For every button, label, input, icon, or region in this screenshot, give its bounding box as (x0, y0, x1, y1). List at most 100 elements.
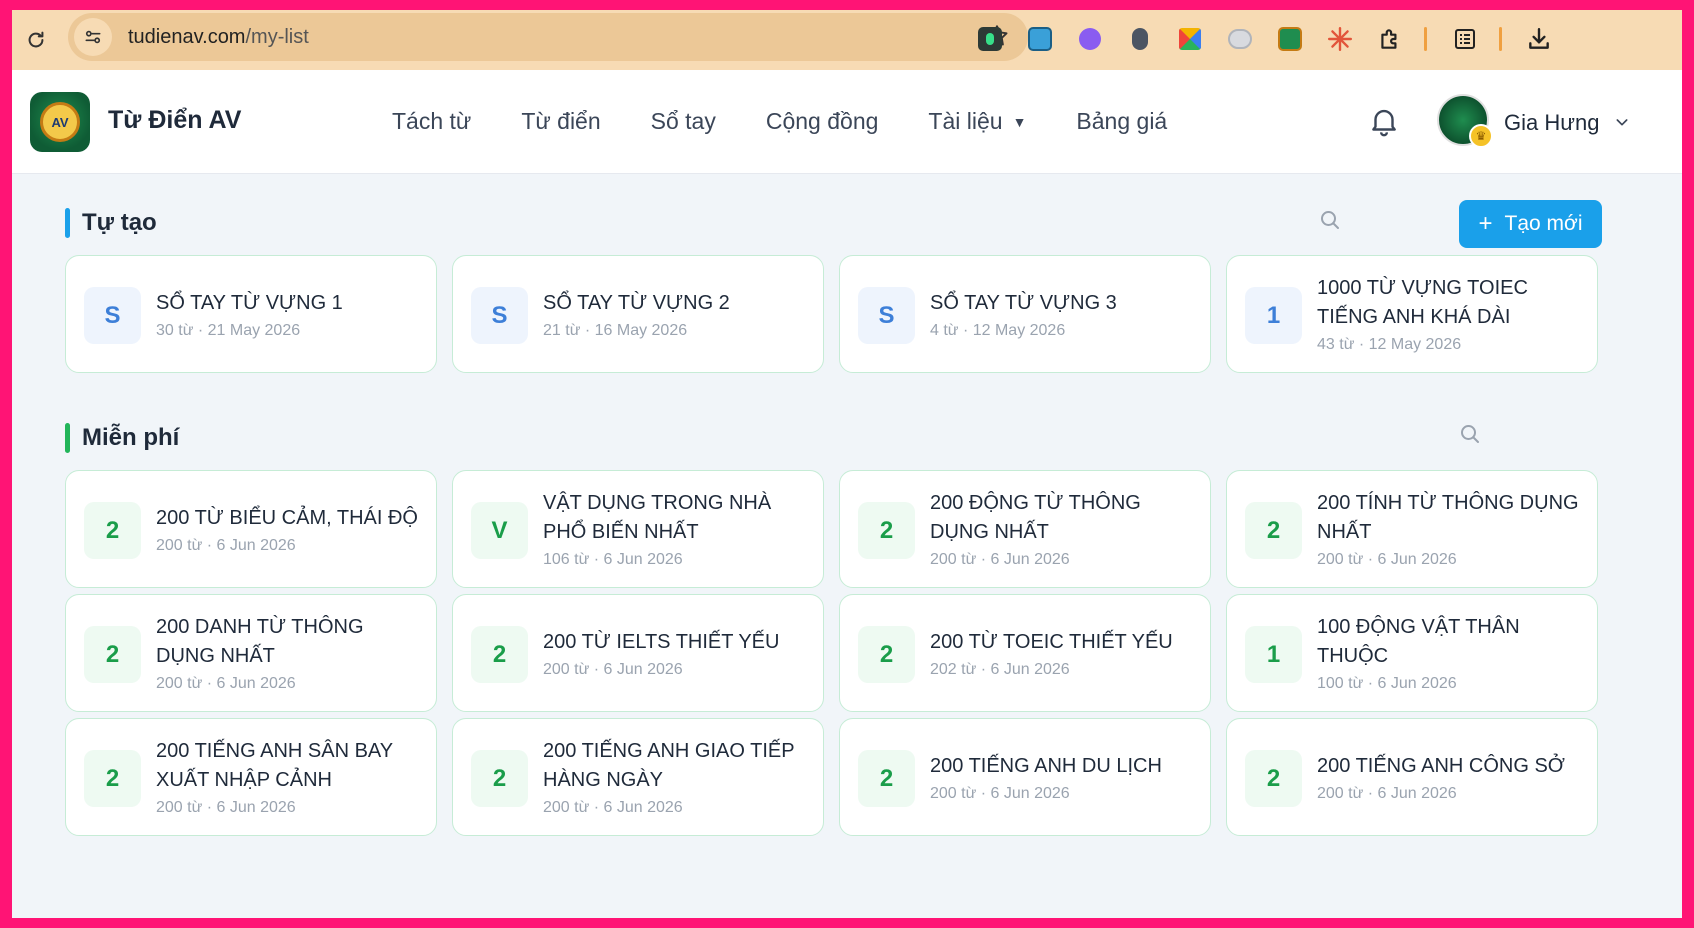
list-card[interactable]: 2 200 ĐỘNG TỪ THÔNG DỤNG NHẤT 200 từ · 6 J… (839, 470, 1211, 588)
list-name: 200 TỪ TOEIC THIẾT YẾU (930, 630, 1173, 653)
list-name: 200 TỪ BIỂU CẢM, THÁI ĐỘ (156, 506, 418, 529)
url-host: tudienav.com (128, 25, 246, 48)
extension-tudienav-icon[interactable] (1275, 24, 1305, 54)
nav-label: Từ điển (521, 108, 601, 134)
list-meta: 200 từ · 6 Jun 2026 (930, 551, 1070, 568)
list-initial-badge: 2 (1245, 502, 1302, 559)
list-meta: 30 từ · 21 May 2026 (156, 321, 301, 339)
url-text[interactable]: tudienav.com/my-list (128, 26, 309, 49)
extension-download-icon[interactable] (1025, 24, 1055, 54)
reading-list-icon[interactable] (1450, 24, 1480, 54)
app-header: AV Từ Điển AV Tách từ Từ điển Sổ tay Cộn… (12, 70, 1682, 174)
list-meta: 200 từ · 6 Jun 2026 (543, 660, 683, 678)
list-initial-badge: S (858, 287, 915, 344)
create-new-button[interactable]: + Tạo mới (1459, 200, 1602, 248)
main-nav: Tách từ Từ điển Sổ tay Cộng đồng Tài liệ… (392, 108, 1217, 135)
list-initial-badge: V (471, 502, 528, 559)
nav-item-tai-lieu[interactable]: Tài liệu ▼ (928, 108, 1026, 135)
nav-item-tach-tu[interactable]: Tách từ (392, 108, 471, 135)
list-card[interactable]: 2 200 TỪ IELTS THIẾT YẾU 200 từ · 6 Jun 20… (452, 594, 824, 712)
search-icon[interactable] (1318, 208, 1344, 234)
list-meta: 43 từ · 12 May 2026 (1317, 336, 1462, 353)
list-meta: 200 từ · 6 Jun 2026 (543, 799, 683, 816)
list-initial-badge: 2 (858, 626, 915, 683)
list-meta: 200 từ · 6 Jun 2026 (930, 784, 1070, 802)
address-bar[interactable]: tudienav.com/my-list (68, 13, 1028, 61)
list-meta: 21 từ · 16 May 2026 (543, 321, 688, 339)
nav-item-tu-dien[interactable]: Từ điển (521, 108, 600, 135)
list-card[interactable]: 2 200 TỪ TOEIC THIẾT YẾU 202 từ · 6 Jun 20… (839, 594, 1211, 712)
own-lists-grid: S SỔ TAY TỪ VỰNG 1 30 từ · 21 May 2026 S SỔ… (65, 255, 1598, 373)
extension-cloud-icon[interactable] (1225, 24, 1255, 54)
extension-colorful-icon[interactable] (1175, 24, 1205, 54)
list-card[interactable]: 2 200 TIẾNG ANH GIAO TIẾP HÀNG NGÀY 200 từ… (452, 718, 824, 836)
list-card[interactable]: 2 200 TIẾNG ANH DU LỊCH 200 từ · 6 Jun 202… (839, 718, 1211, 836)
list-name: 200 DANH TỪ THÔNG DỤNG NHẤT (156, 616, 364, 667)
list-meta: 200 từ · 6 Jun 2026 (156, 799, 296, 816)
list-initial-badge: 2 (84, 750, 141, 807)
nav-item-cong-dong[interactable]: Cộng đồng (766, 108, 879, 135)
list-card[interactable]: S SỔ TAY TỪ VỰNG 1 30 từ · 21 May 2026 (65, 255, 437, 373)
list-card[interactable]: 2 200 TÍNH TỪ THÔNG DỤNG NHẤT 200 từ · 6 J… (1226, 470, 1598, 588)
section-accent-bar (65, 208, 70, 238)
list-name: 200 TÍNH TỪ THÔNG DỤNG NHẤT (1317, 492, 1579, 543)
nav-label: Cộng đồng (765, 108, 879, 134)
user-name[interactable]: Gia Hưng (1504, 110, 1599, 136)
list-meta: 200 từ · 6 Jun 2026 (156, 675, 296, 692)
nav-label: Bảng giá (1076, 108, 1168, 134)
user-avatar[interactable]: ♛ (1437, 94, 1493, 148)
logo-mark: AV (40, 102, 80, 142)
list-initial-badge: 1 (1245, 287, 1302, 344)
list-initial-badge: 2 (84, 502, 141, 559)
list-initial-badge: S (84, 287, 141, 344)
extensions-puzzle-icon[interactable] (1375, 24, 1405, 54)
list-card[interactable]: 2 200 TIẾNG ANH CÔNG SỞ 200 từ · 6 Jun 202… (1226, 718, 1598, 836)
nav-item-bang-gia[interactable]: Bảng giá (1076, 108, 1167, 135)
list-card[interactable]: 1 1000 TỪ VỰNG TOIEC TIẾNG ANH KHÁ DÀI 43 … (1226, 255, 1598, 373)
list-name: SỔ TAY TỪ VỰNG 3 (930, 291, 1117, 314)
extension-mouse-icon[interactable] (1125, 24, 1155, 54)
section-accent-bar (65, 423, 70, 453)
list-name: SỔ TAY TỪ VỰNG 2 (543, 291, 730, 314)
extension-sparkle-icon[interactable] (1325, 24, 1355, 54)
list-name: 200 TIẾNG ANH DU LỊCH (930, 754, 1162, 777)
nav-label: Tách từ (392, 108, 472, 134)
extension-video-icon[interactable] (1075, 24, 1105, 54)
section-title-text: Tự tạo (82, 209, 157, 236)
free-lists-grid: 2 200 TỪ BIỂU CẢM, THÁI ĐỘ 200 từ · 6 Jun … (65, 470, 1598, 836)
list-meta: 200 từ · 6 Jun 2026 (1317, 551, 1457, 568)
list-card[interactable]: S SỔ TAY TỪ VỰNG 2 21 từ · 16 May 2026 (452, 255, 824, 373)
list-name: 200 TIẾNG ANH SÂN BAY XUẤT NHẬP CẢNH (156, 740, 393, 791)
list-card[interactable]: 2 200 TỪ BIỂU CẢM, THÁI ĐỘ 200 từ · 6 Jun … (65, 470, 437, 588)
reload-icon[interactable] (18, 22, 54, 58)
list-initial-badge: 1 (1245, 626, 1302, 683)
downloads-icon[interactable] (1524, 24, 1554, 54)
list-card[interactable]: 1 100 ĐỘNG VẬT THÂN THUỘC 100 từ · 6 Jun 2… (1226, 594, 1598, 712)
extension-mic-icon[interactable] (975, 24, 1005, 54)
list-initial-badge: 2 (1245, 750, 1302, 807)
nav-label: Tài liệu (928, 108, 1003, 134)
nav-item-so-tay[interactable]: Sổ tay (651, 108, 716, 135)
list-meta: 202 từ · 6 Jun 2026 (930, 660, 1070, 678)
list-meta: 4 từ · 12 May 2026 (930, 321, 1066, 339)
caret-down-icon: ▼ (1012, 113, 1027, 130)
list-initial-badge: 2 (471, 626, 528, 683)
list-card[interactable]: 2 200 DANH TỪ THÔNG DỤNG NHẤT 200 từ · 6 J… (65, 594, 437, 712)
url-path: /my-list (245, 25, 309, 48)
list-name: VẬT DỤNG TRONG NHÀ PHỔ BIẾN NHẤT (543, 492, 772, 543)
crown-icon: ♛ (1469, 124, 1493, 148)
list-card[interactable]: S SỔ TAY TỪ VỰNG 3 4 từ · 12 May 2026 (839, 255, 1211, 373)
list-meta: 200 từ · 6 Jun 2026 (1317, 784, 1457, 802)
plus-icon: + (1478, 210, 1493, 237)
brand-name[interactable]: Từ Điển AV (108, 106, 241, 135)
list-card[interactable]: V VẬT DỤNG TRONG NHÀ PHỔ BIẾN NHẤT 106 từ … (452, 470, 824, 588)
list-meta: 100 từ · 6 Jun 2026 (1317, 675, 1457, 692)
chevron-down-icon[interactable] (1614, 114, 1630, 135)
site-settings-icon[interactable] (74, 18, 112, 56)
list-card[interactable]: 2 200 TIẾNG ANH SÂN BAY XUẤT NHẬP CẢNH 200… (65, 718, 437, 836)
search-icon[interactable] (1458, 422, 1484, 448)
brand-logo[interactable]: AV (30, 92, 90, 152)
notification-bell-icon[interactable] (1367, 104, 1401, 138)
list-name: 200 TIẾNG ANH GIAO TIẾP HÀNG NGÀY (543, 740, 795, 791)
list-meta: 106 từ · 6 Jun 2026 (543, 551, 683, 568)
